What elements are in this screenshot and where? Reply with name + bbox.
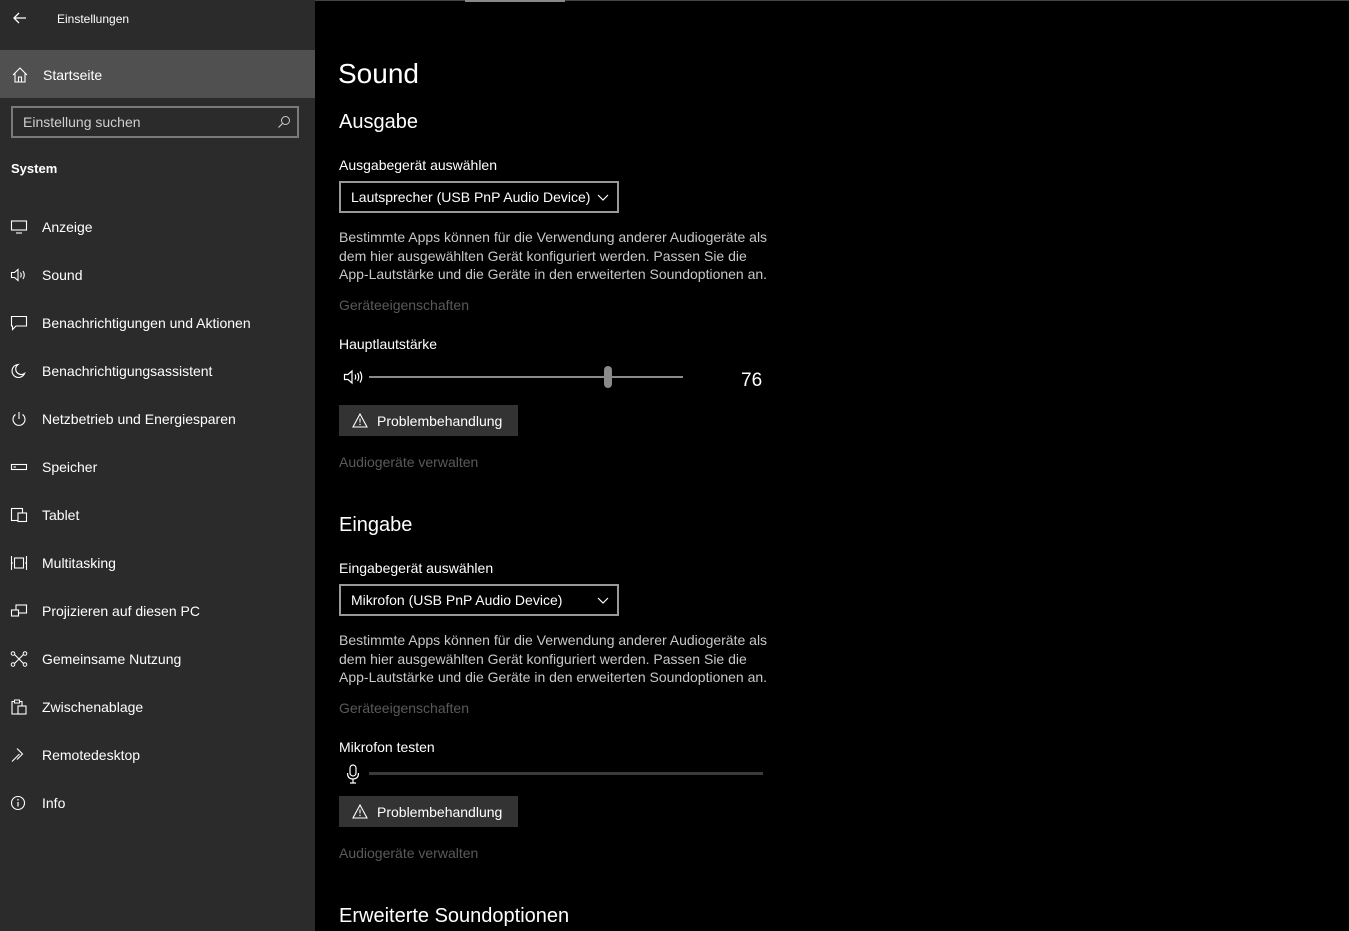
sidebar-item-label: Gemeinsame Nutzung: [42, 651, 182, 667]
output-manage-devices-link[interactable]: Audiogeräte verwalten: [339, 454, 478, 470]
sidebar-item-anzeige[interactable]: Anzeige: [0, 205, 315, 249]
volume-label: Hauptlautstärke: [339, 336, 438, 352]
sidebar-item-label: Anzeige: [42, 219, 93, 235]
back-arrow-icon[interactable]: [10, 8, 30, 28]
project-icon: [10, 604, 28, 617]
sidebar-item-speicher[interactable]: Speicher: [0, 445, 315, 489]
moon-icon: [11, 363, 26, 378]
microphone-icon: [346, 764, 360, 784]
sidebar-item-gemeinsame-nutzung[interactable]: Gemeinsame Nutzung: [0, 637, 315, 681]
title-bar: Einstellungen: [0, 0, 315, 38]
sidebar-item-multitasking[interactable]: Multitasking: [0, 541, 315, 585]
sidebar-item-label: Tablet: [42, 507, 80, 523]
power-icon: [12, 412, 26, 426]
mic-level-bar: [369, 772, 763, 775]
output-troubleshoot-button[interactable]: Problembehandlung: [339, 405, 518, 436]
input-device-value: Mikrofon (USB PnP Audio Device): [351, 592, 563, 608]
mic-test-label: Mikrofon testen: [339, 739, 435, 755]
chevron-down-icon: [597, 194, 609, 201]
volume-slider-track[interactable]: [369, 376, 683, 378]
monitor-icon: [10, 220, 28, 234]
sidebar-item-label: Benachrichtigungsassistent: [42, 363, 213, 379]
section-label-system: System: [11, 161, 58, 176]
app-title: Einstellungen: [57, 12, 130, 26]
output-device-label: Ausgabegerät auswählen: [339, 157, 498, 173]
storage-icon: [10, 463, 28, 471]
sidebar-item-label: Zwischenablage: [42, 699, 144, 715]
notification-icon: [10, 315, 28, 331]
warning-icon: [352, 413, 368, 428]
volume-slider-thumb[interactable]: [603, 366, 612, 388]
share-icon: [10, 651, 28, 667]
output-device-value: Lautsprecher (USB PnP Audio Device): [351, 189, 591, 205]
sidebar-item-label: Benachrichtigungen und Aktionen: [42, 315, 251, 331]
input-manage-devices-link[interactable]: Audiogeräte verwalten: [339, 845, 478, 861]
main-content: Sound Ausgabe Ausgabegerät auswählen Lau…: [315, 0, 1349, 931]
sidebar-item-label: Remotedesktop: [42, 747, 141, 763]
info-icon: [10, 795, 26, 811]
volume-icon[interactable]: [343, 368, 365, 386]
chevron-down-icon: [597, 597, 609, 604]
sidebar-item-remotedesktop[interactable]: Remotedesktop: [0, 733, 315, 777]
multitasking-icon: [10, 556, 28, 570]
sidebar-item-benachrichtigungsassistent[interactable]: Benachrichtigungsassistent: [0, 349, 315, 393]
input-troubleshoot-button[interactable]: Problembehandlung: [339, 796, 518, 827]
sidebar-item-home[interactable]: Startseite: [0, 50, 315, 98]
sidebar-item-label: Sound: [42, 267, 83, 283]
output-description: Bestimmte Apps können für die Verwendung…: [339, 229, 768, 282]
volume-value: 76: [741, 370, 763, 391]
home-icon: [12, 67, 28, 83]
search-icon[interactable]: [277, 115, 291, 129]
troubleshoot-label: Problembehandlung: [377, 413, 503, 429]
sidebar-item-label: Multitasking: [42, 555, 116, 571]
troubleshoot-label: Problembehandlung: [377, 804, 503, 820]
sidebar-item-netzbetrieb[interactable]: Netzbetrieb und Energiesparen: [0, 397, 315, 441]
input-description: Bestimmte Apps können für die Verwendung…: [339, 632, 768, 685]
home-label: Startseite: [43, 67, 103, 83]
sidebar-item-label: Info: [42, 795, 66, 811]
output-heading: Ausgabe: [339, 111, 418, 133]
sidebar: Einstellungen Startseite System Anzeige …: [0, 0, 315, 931]
output-properties-link[interactable]: Geräteeigenschaften: [339, 297, 469, 313]
sidebar-item-label: Speicher: [42, 459, 98, 475]
warning-icon: [352, 804, 368, 819]
search-box[interactable]: [11, 106, 299, 138]
advanced-options-heading: Erweiterte Soundoptionen: [339, 905, 570, 927]
sidebar-item-zwischenablage[interactable]: Zwischenablage: [0, 685, 315, 729]
clipboard-icon: [11, 699, 27, 715]
sidebar-item-tablet[interactable]: Tablet: [0, 493, 315, 537]
page-title: Sound: [338, 58, 419, 89]
input-device-select[interactable]: Mikrofon (USB PnP Audio Device): [339, 584, 619, 616]
input-device-label: Eingabegerät auswählen: [339, 560, 494, 576]
output-device-select[interactable]: Lautsprecher (USB PnP Audio Device): [339, 181, 619, 213]
speaker-icon: [10, 268, 25, 282]
tablet-icon: [10, 507, 28, 523]
input-heading: Eingabe: [339, 514, 413, 536]
sidebar-item-sound[interactable]: Sound: [0, 253, 315, 297]
sidebar-item-label: Projizieren auf diesen PC: [42, 603, 200, 619]
remote-icon: [11, 748, 24, 762]
window-thumbnail-strip: [465, 0, 565, 2]
sidebar-item-projizieren[interactable]: Projizieren auf diesen PC: [0, 589, 315, 633]
sidebar-item-info[interactable]: Info: [0, 781, 315, 825]
sidebar-item-label: Netzbetrieb und Energiesparen: [42, 411, 236, 427]
input-properties-link[interactable]: Geräteeigenschaften: [339, 700, 469, 716]
search-input[interactable]: [13, 108, 273, 136]
sidebar-item-benachrichtigungen[interactable]: Benachrichtigungen und Aktionen: [0, 301, 315, 345]
